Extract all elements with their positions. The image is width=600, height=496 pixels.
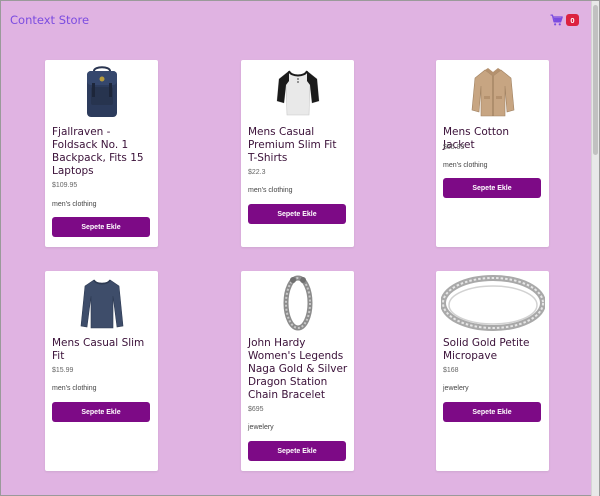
product-price: $22.3 <box>248 169 266 176</box>
product-category: men's clothing <box>248 187 293 194</box>
product-price: $15.99 <box>52 367 74 374</box>
product-title[interactable]: Fjallraven - Foldsack No. 1 Backpack, Fi… <box>52 126 152 178</box>
product-title[interactable]: Mens Casual Slim Fit <box>52 337 152 363</box>
product-price: $695 <box>248 406 264 413</box>
add-to-cart-button[interactable]: Sepete Ekle <box>443 402 541 422</box>
scrollbar-thumb[interactable] <box>593 5 598 155</box>
tshirt-icon <box>241 63 354 121</box>
product-card: Mens Casual Premium Slim Fit T-Shirts $2… <box>241 60 354 247</box>
product-card: Solid Gold Petite Micropave $168 jeweler… <box>436 271 549 471</box>
product-card: Fjallraven - Foldsack No. 1 Backpack, Fi… <box>45 60 158 247</box>
browser-window: Context Store 0 Fjallraven - Foldsack No… <box>0 0 600 496</box>
product-category: men's clothing <box>443 162 488 169</box>
product-category: men's clothing <box>52 201 97 208</box>
cart-count-badge: 0 <box>566 14 579 26</box>
store-logo-link[interactable]: Context Store <box>10 13 89 27</box>
product-category: men's clothing <box>52 385 97 392</box>
bracelet-icon <box>241 274 354 332</box>
ring-icon <box>436 274 549 332</box>
cart-icon <box>550 14 563 26</box>
navbar: Context Store 0 <box>1 1 593 41</box>
vertical-scrollbar[interactable] <box>591 1 599 496</box>
product-card: Mens Casual Slim Fit $15.99 men's clothi… <box>45 271 158 471</box>
add-to-cart-button[interactable]: Sepete Ekle <box>248 441 346 461</box>
longsleeve-icon <box>45 274 158 332</box>
product-title[interactable]: Solid Gold Petite Micropave <box>443 337 543 363</box>
product-category: jewelery <box>248 424 274 431</box>
product-price: $55.99 <box>443 144 465 151</box>
add-to-cart-button[interactable]: Sepete Ekle <box>52 217 150 237</box>
add-to-cart-button[interactable]: Sepete Ekle <box>248 204 346 224</box>
product-price: $168 <box>443 367 459 374</box>
product-title[interactable]: Mens Casual Premium Slim Fit T-Shirts <box>248 126 348 165</box>
backpack-icon <box>45 63 158 121</box>
product-card: Mens Cotton Jacket $55.99 men's clothing… <box>436 60 549 247</box>
product-price: $109.95 <box>52 182 78 189</box>
product-category: jewelery <box>443 385 469 392</box>
product-card: John Hardy Women's Legends Naga Gold & S… <box>241 271 354 471</box>
add-to-cart-button[interactable]: Sepete Ekle <box>443 178 541 198</box>
jacket-icon <box>436 63 549 121</box>
product-title[interactable]: John Hardy Women's Legends Naga Gold & S… <box>248 337 348 402</box>
add-to-cart-button[interactable]: Sepete Ekle <box>52 402 150 422</box>
cart-button[interactable]: 0 <box>550 13 579 27</box>
